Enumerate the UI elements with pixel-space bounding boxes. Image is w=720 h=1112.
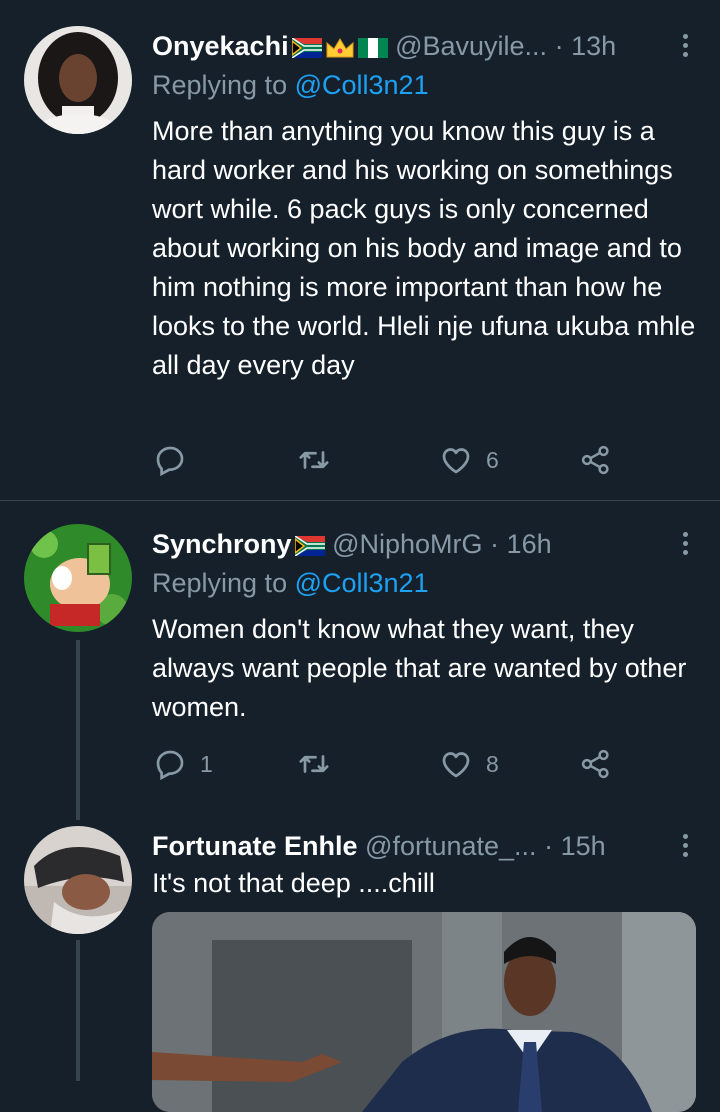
- retweet-icon: [299, 755, 329, 773]
- flag-south-africa-icon: [291, 37, 322, 58]
- flag-nigeria-icon: [357, 37, 388, 58]
- tweet-text: Women don't know what they want, they al…: [152, 614, 687, 722]
- replying-to-label: Replying to: [152, 568, 295, 598]
- flag-south-africa-icon: [294, 535, 325, 556]
- separator-dot: ·: [490, 529, 500, 559]
- user-handle[interactable]: @Bavuyile...: [395, 31, 547, 61]
- avatar[interactable]: [24, 524, 132, 632]
- retweet-icon: [299, 451, 329, 469]
- crown-icon: [326, 37, 354, 58]
- like-count: 6: [486, 446, 499, 473]
- mention-link[interactable]: @Coll3n21: [295, 70, 429, 100]
- reply-icon: [156, 446, 184, 477]
- separator-dot: ·: [544, 831, 554, 861]
- like-button[interactable]: 8: [438, 744, 499, 784]
- display-name[interactable]: Synchrony: [152, 529, 292, 559]
- user-handle[interactable]: @fortunate_...: [365, 831, 537, 861]
- timestamp[interactable]: 13h: [571, 31, 616, 61]
- display-name[interactable]: Onyekachi: [152, 31, 289, 61]
- more-icon[interactable]: [680, 532, 690, 560]
- retweet-button[interactable]: [296, 440, 332, 480]
- timestamp[interactable]: 15h: [561, 831, 606, 861]
- thread-line: [76, 940, 80, 1081]
- share-icon: [581, 445, 609, 475]
- replying-to: Replying to @Coll3n21: [152, 66, 429, 104]
- mention-link[interactable]: @Coll3n21: [295, 568, 429, 598]
- tweet-header: Onyekachi @Bavuyile... · 13h: [152, 26, 650, 66]
- share-button[interactable]: [578, 744, 614, 784]
- tweet-2[interactable]: Synchrony @NiphoMrG · 16h Replying to @C…: [0, 524, 720, 824]
- display-name[interactable]: Fortunate Enhle: [152, 831, 358, 861]
- timestamp[interactable]: 16h: [507, 529, 552, 559]
- tweet-actions: 1 8: [152, 744, 632, 784]
- user-handle[interactable]: @NiphoMrG: [332, 529, 482, 559]
- replying-to: Replying to @Coll3n21: [152, 564, 429, 602]
- tweet-divider: [0, 500, 720, 501]
- tweet-1[interactable]: Onyekachi @Bavuyile... · 13h Replying to…: [0, 26, 720, 496]
- reply-button[interactable]: 1: [152, 744, 213, 784]
- avatar[interactable]: [24, 826, 132, 934]
- replying-to-label: Replying to: [152, 70, 295, 100]
- avatar[interactable]: [24, 26, 132, 134]
- share-button[interactable]: [578, 440, 614, 480]
- like-button[interactable]: 6: [438, 440, 499, 480]
- like-icon: [442, 752, 470, 778]
- tweet-header: Fortunate Enhle @fortunate_... · 15h: [152, 826, 650, 866]
- more-icon[interactable]: [680, 834, 690, 862]
- share-icon: [581, 749, 609, 779]
- like-icon: [442, 448, 470, 474]
- tweet-text: More than anything you know this guy is …: [152, 116, 696, 380]
- more-icon[interactable]: [680, 34, 690, 62]
- reply-icon: [156, 750, 184, 781]
- tweet-header: Synchrony @NiphoMrG · 16h: [152, 524, 650, 564]
- retweet-button[interactable]: [296, 744, 332, 784]
- thread-line: [76, 640, 80, 820]
- like-count: 8: [486, 750, 499, 777]
- tweet-text: It's not that deep ....chill: [152, 868, 435, 898]
- reply-button[interactable]: [152, 440, 200, 480]
- tweet-media-image[interactable]: [152, 912, 696, 1112]
- tweet-actions: 6: [152, 440, 632, 480]
- reply-count: 1: [200, 750, 213, 777]
- separator-dot: ·: [554, 31, 564, 61]
